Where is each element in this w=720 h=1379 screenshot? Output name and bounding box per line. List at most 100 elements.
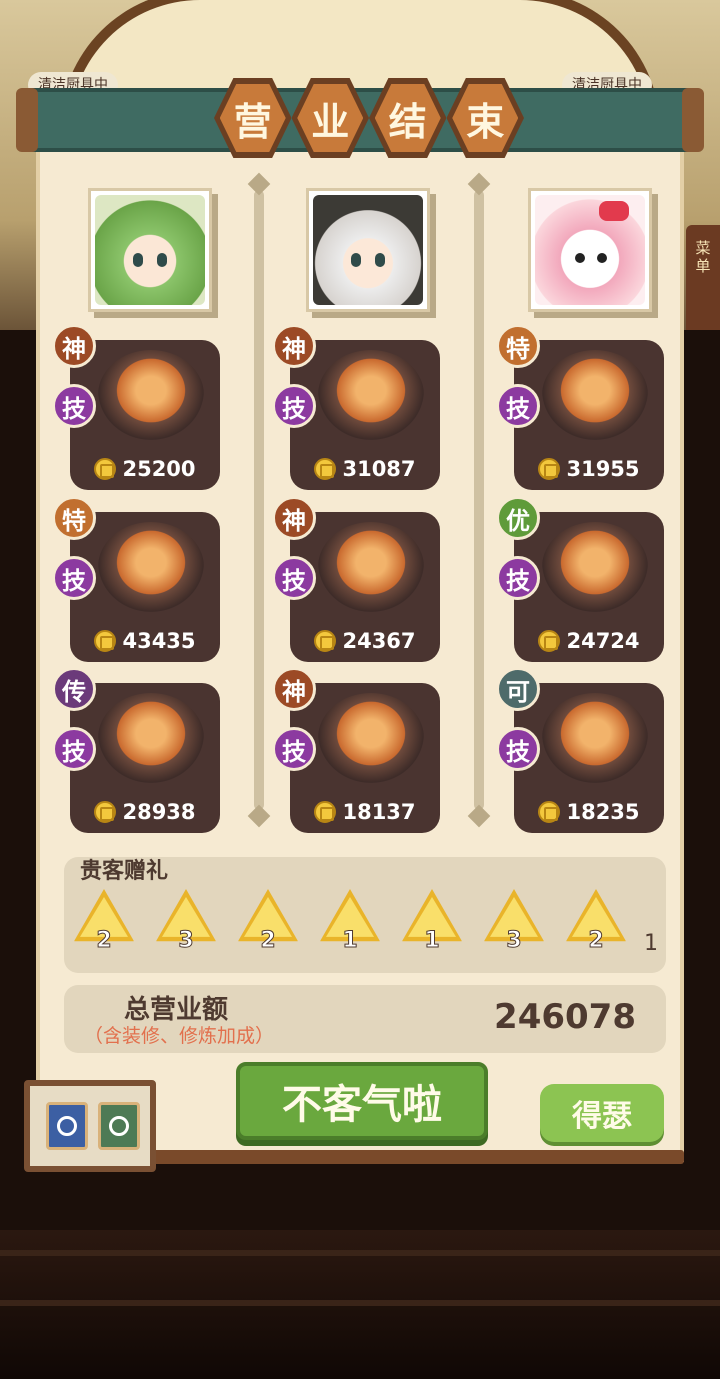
gift-count: 1	[342, 928, 358, 954]
dish-image	[318, 522, 424, 612]
gear-icon[interactable]	[98, 1102, 140, 1150]
grade-badge: 可	[496, 667, 540, 711]
coin-icon	[314, 801, 337, 823]
gift-count: 2	[588, 928, 604, 954]
total-revenue-value: 246078	[494, 997, 636, 1037]
gift-item[interactable]: 1	[320, 889, 380, 954]
dish-card[interactable]: 神 技 25200	[52, 324, 220, 490]
vip-gifts-title: 贵客赠礼	[80, 859, 169, 884]
dish-image	[318, 350, 424, 440]
dish-price: 31087	[342, 457, 416, 481]
scene-floor	[0, 1230, 720, 1379]
coin-icon	[538, 801, 561, 823]
grade-badge: 传	[52, 667, 96, 711]
gift-item[interactable]: 3	[156, 889, 216, 954]
title-char: 结	[374, 84, 441, 152]
skill-badge: 技	[272, 556, 316, 600]
dish-image	[542, 522, 648, 612]
grade-badge: 神	[52, 324, 96, 368]
title-hex: 束	[446, 78, 524, 158]
dish-price: 25200	[122, 457, 196, 481]
coin-icon	[314, 630, 337, 652]
title-char: 业	[297, 84, 364, 152]
column-divider	[474, 190, 484, 810]
coin-icon	[314, 458, 337, 480]
coin-icon	[94, 801, 117, 823]
dish-image	[542, 693, 648, 783]
dish-card[interactable]: 神 技 31087	[272, 324, 440, 490]
dish-card[interactable]: 神 技 18137	[272, 667, 440, 833]
gear-icon[interactable]	[46, 1102, 88, 1150]
column-divider	[254, 190, 264, 810]
coin-icon	[538, 630, 561, 652]
dish-image	[98, 350, 204, 440]
dish-card[interactable]: 优 技 24724	[496, 496, 664, 662]
page-title: 营 业 结 束	[214, 78, 524, 168]
skill-badge: 技	[272, 384, 316, 428]
title-hex: 业	[291, 78, 369, 158]
coin-icon	[538, 458, 561, 480]
dish-image	[542, 350, 648, 440]
banner-roll-right	[682, 88, 704, 152]
dish-card[interactable]: 特 技 31955	[496, 324, 664, 490]
title-hex: 营	[214, 78, 292, 158]
dish-image	[98, 693, 204, 783]
skill-badge: 技	[52, 556, 96, 600]
gift-count: 3	[178, 928, 194, 954]
gift-item[interactable]: 1	[402, 889, 462, 954]
total-revenue-note: （含装修、修炼加成）	[84, 1025, 275, 1047]
customer-avatar-3[interactable]	[528, 188, 652, 312]
dish-price: 43435	[122, 629, 196, 653]
title-char: 营	[219, 84, 286, 152]
dish-price: 31955	[566, 457, 640, 481]
customer-avatar-1[interactable]	[88, 188, 212, 312]
coin-icon	[94, 630, 117, 652]
menu-side-tab[interactable]: 菜单	[686, 225, 720, 335]
dish-card[interactable]: 特 技 43435	[52, 496, 220, 662]
gift-count: 2	[96, 928, 112, 954]
title-char: 束	[452, 84, 519, 152]
skill-badge: 技	[496, 727, 540, 771]
grade-badge: 特	[52, 496, 96, 540]
dish-image	[318, 693, 424, 783]
dish-price: 28938	[122, 800, 196, 824]
grade-badge: 神	[272, 324, 316, 368]
total-revenue-section: 总营业额 （含装修、修炼加成） 246078	[64, 985, 666, 1053]
banner-roll-left	[16, 88, 38, 152]
gift-item[interactable]: 3	[484, 889, 544, 954]
dish-card[interactable]: 可 技 18235	[496, 667, 664, 833]
skill-badge: 技	[496, 556, 540, 600]
menu-side-label: 菜单	[695, 239, 711, 275]
skill-badge: 技	[272, 727, 316, 771]
skill-badge: 技	[496, 384, 540, 428]
gift-count: 3	[506, 928, 522, 954]
white-hair-boy-avatar	[313, 195, 423, 305]
gift-count: 1	[424, 928, 440, 954]
dish-price: 24367	[342, 629, 416, 653]
gift-count: 2	[260, 928, 276, 954]
dish-image	[98, 522, 204, 612]
dish-card[interactable]: 传 技 28938	[52, 667, 220, 833]
hello-kitty-avatar	[535, 195, 645, 305]
gift-overflow-count: 1	[644, 931, 658, 956]
dish-card[interactable]: 神 技 24367	[272, 496, 440, 662]
gift-item[interactable]: 2	[74, 889, 134, 954]
customer-avatar-2[interactable]	[306, 188, 430, 312]
vip-gifts-section: 贵客赠礼 2 3 2 1 1 3 2 1	[64, 857, 666, 973]
gift-item[interactable]: 2	[238, 889, 298, 954]
grade-badge: 优	[496, 496, 540, 540]
grade-badge: 神	[272, 667, 316, 711]
coin-icon	[94, 458, 117, 480]
grade-badge: 特	[496, 324, 540, 368]
dish-price: 18235	[566, 800, 640, 824]
green-hair-girl-avatar	[95, 195, 205, 305]
skill-badge: 技	[52, 727, 96, 771]
share-button[interactable]: 得瑟	[540, 1084, 664, 1142]
mini-tool-box	[24, 1080, 156, 1172]
skill-badge: 技	[52, 384, 96, 428]
grade-badge: 神	[272, 496, 316, 540]
title-hex: 结	[369, 78, 447, 158]
dish-price: 24724	[566, 629, 640, 653]
gift-item[interactable]: 2	[566, 889, 626, 954]
confirm-button[interactable]: 不客气啦	[236, 1062, 488, 1140]
